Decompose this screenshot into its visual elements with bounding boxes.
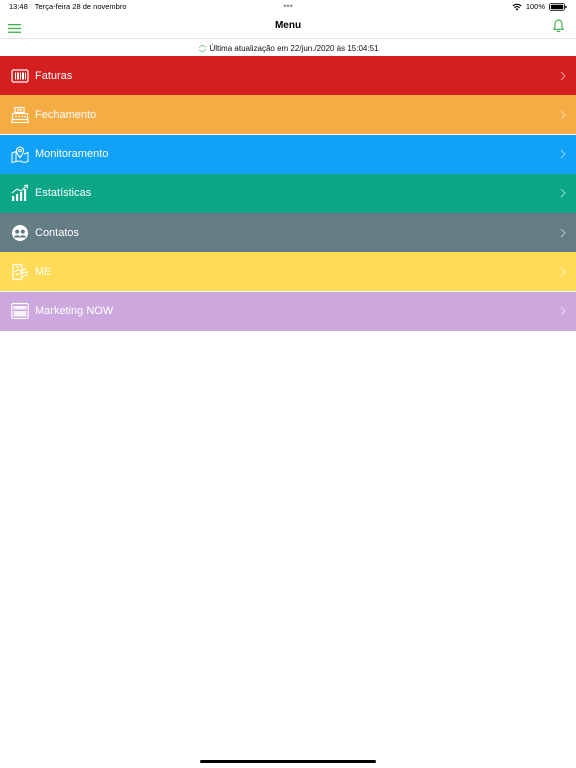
last-update-text: Última atualização em 22/jun./2020 às 15… [209,43,379,53]
status-time: 13:48 [9,2,28,11]
payment-icon [11,263,29,281]
last-update-line: Última atualização em 22/jun./2020 às 15… [0,41,576,55]
nav-divider [0,38,576,39]
menu-item-label: Faturas [35,69,73,82]
menu-item-monitoramento[interactable]: Monitoramento [0,134,576,174]
chevron-right-icon [560,267,566,277]
page-title: Menu [274,20,302,31]
chevron-right-icon [560,149,566,159]
menu-item-label: Marketing NOW [35,305,114,318]
menu-item-estatisticas[interactable]: Estatísticas [0,173,576,213]
app-screen: 13:48 Terça-feira 28 de novembro ••• 100… [0,0,576,768]
menu-item-me[interactable]: ME [0,252,576,292]
menu-item-label: Monitoramento [35,148,109,161]
menu-item-faturas[interactable]: Faturas [0,56,576,95]
battery-icon [549,2,567,11]
chevron-right-icon [560,188,566,198]
status-left: 13:48 Terça-feira 28 de novembro [9,2,127,11]
contacts-icon [11,224,29,242]
bell-icon[interactable] [552,19,565,33]
status-right: 100% [512,2,567,11]
status-bar: 13:48 Terça-feira 28 de novembro ••• 100… [0,0,576,14]
chart-icon [11,184,29,202]
wifi-icon [512,3,522,11]
menu-item-contatos[interactable]: Contatos [0,213,576,253]
refresh-icon[interactable] [198,44,207,53]
menu-item-label: Contatos [35,226,80,239]
multitask-dots[interactable]: ••• [283,1,292,11]
menu-list: Faturas Fechamento Monitoramento Estatís… [0,56,576,331]
menu-item-label: ME [35,265,52,278]
home-indicator[interactable] [200,760,376,763]
chevron-right-icon [560,228,566,238]
menu-item-label: Fechamento [35,108,97,121]
battery-percent: 100% [525,2,545,11]
menu-item-label: Estatísticas [35,187,92,200]
menu-item-fechamento[interactable]: Fechamento [0,95,576,135]
barcode-icon [11,67,29,85]
menu-item-marketing-now[interactable]: Marketing NOW [0,291,576,331]
chevron-right-icon [560,306,566,316]
map-pin-icon [11,145,29,164]
marketing-icon [11,302,29,320]
status-date: Terça-feira 28 de novembro [34,2,127,11]
chevron-right-icon [560,110,566,120]
nav-bar: Menu [0,14,576,38]
chevron-right-icon [560,71,566,81]
cash-register-icon [11,106,29,124]
